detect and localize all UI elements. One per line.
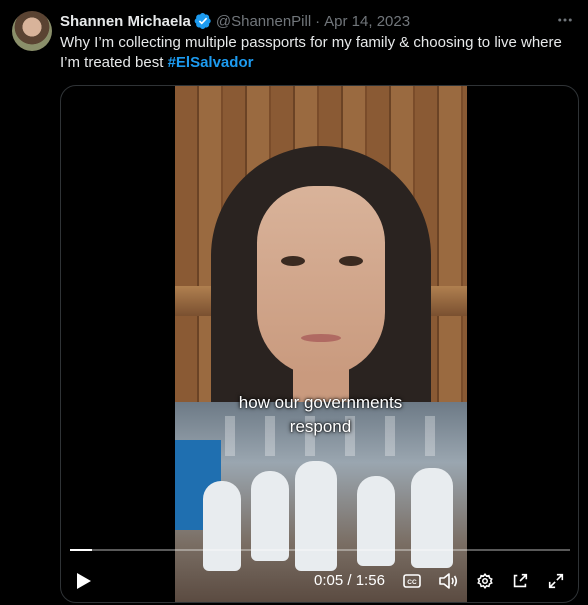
time-separator: /	[347, 572, 352, 589]
video-caption: how our governments respond	[61, 391, 578, 439]
progress-bar[interactable]	[70, 549, 570, 551]
left-eye	[281, 256, 305, 266]
time-display: 0:05 / 1:56	[314, 566, 385, 596]
hazmat-worker	[203, 481, 241, 571]
pop-out-icon[interactable]	[508, 566, 532, 596]
hazmat-worker	[295, 461, 337, 571]
closed-captions-icon[interactable]: CC	[400, 566, 424, 596]
person-face	[257, 186, 385, 376]
fullscreen-icon[interactable]	[544, 566, 568, 596]
video-frame[interactable]	[175, 86, 467, 602]
author-handle[interactable]: @ShannenPill	[216, 13, 311, 30]
tweet-text: Why I’m collecting multiple passports fo…	[60, 33, 565, 73]
progress-fill	[70, 549, 92, 551]
video-player[interactable]: how our governments respond 0:05 / 1:56 …	[60, 85, 579, 603]
separator-dot: ·	[315, 12, 321, 30]
video-controls: 0:05 / 1:56 CC	[61, 566, 578, 596]
settings-gear-icon[interactable]	[473, 566, 497, 596]
current-time: 0:05	[314, 572, 344, 589]
avatar[interactable]	[12, 11, 52, 51]
verified-badge-icon[interactable]	[194, 12, 212, 30]
tweet-body: Why I’m collecting multiple passports fo…	[60, 34, 562, 71]
mouth	[301, 334, 341, 342]
hazmat-worker	[251, 471, 289, 561]
tweet-date[interactable]: Apr 14, 2023	[324, 13, 410, 30]
hazmat-worker	[411, 468, 453, 568]
volume-icon[interactable]	[435, 566, 461, 596]
tweet-header: Shannen Michaela @ShannenPill · Apr 14, …	[60, 11, 410, 31]
caption-line-2: respond	[289, 417, 352, 436]
play-icon[interactable]	[73, 566, 95, 596]
right-eye	[339, 256, 363, 266]
hazmat-worker	[357, 476, 395, 566]
more-options-icon[interactable]	[554, 9, 576, 31]
svg-text:CC: CC	[407, 579, 417, 586]
duration: 1:56	[355, 572, 385, 589]
author-name[interactable]: Shannen Michaela	[60, 13, 191, 30]
hashtag-link[interactable]: #ElSalvador	[168, 54, 254, 71]
caption-line-1: how our governments	[238, 393, 403, 412]
